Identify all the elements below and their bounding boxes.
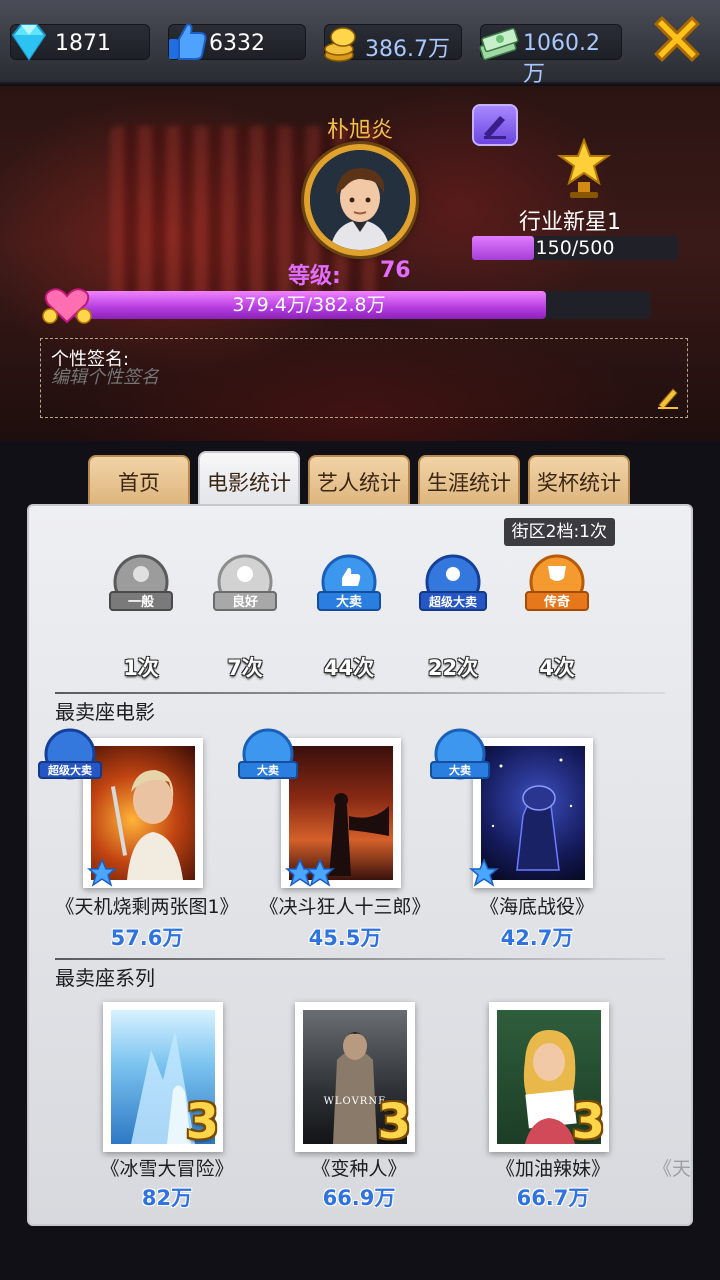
hit-badge: 大卖: [238, 728, 298, 780]
tab-trophy-stats[interactable]: 奖杯统计: [528, 455, 630, 507]
level-value: 76: [380, 258, 411, 283]
movie-title: 《决斗狂人十三郎》: [259, 896, 431, 918]
gold-counter[interactable]: 386.7万: [324, 24, 462, 62]
grade-hit: 大卖 44次: [309, 552, 389, 682]
grade-count: 22次: [427, 656, 479, 680]
cash-stack-icon: [479, 27, 519, 61]
sequel-number: 3: [571, 1094, 605, 1150]
likes-value: 6332: [209, 31, 265, 56]
level-label: 等级:: [288, 264, 341, 289]
diamond-value: 1871: [55, 31, 111, 56]
grade-normal: 一般 1次: [101, 552, 181, 682]
sequel-number: 3: [185, 1094, 219, 1150]
exp-progress-text: 379.4万/382.8万: [232, 294, 386, 316]
movie-title: 《海底战役》: [479, 896, 594, 918]
rank-title: 行业新星1: [519, 210, 621, 235]
super-hit-badge: 超级大卖: [38, 728, 102, 780]
tab-home[interactable]: 首页: [88, 455, 190, 507]
profile-header: 朴旭炎 等级: 76 行业新星1 150/500 379.4万/382.8万 个…: [0, 86, 720, 441]
tab-career-stats[interactable]: 生涯统计: [418, 455, 520, 507]
next-series-hint: 《天: [653, 1158, 692, 1180]
grade-good: 良好 7次: [205, 552, 285, 682]
movie-stats-panel: 街区2档:1次 一般 1次 良好 7次 大卖 44次 超级大卖 22次 传奇 4…: [27, 504, 693, 1226]
series-title: 《冰雪大冒险》: [100, 1158, 234, 1180]
player-name: 朴旭炎: [326, 118, 393, 143]
movie-revenue: 57.6万: [110, 926, 184, 950]
edit-name-button[interactable]: [472, 104, 518, 146]
trophy-icon: [556, 138, 612, 198]
cash-counter[interactable]: 1060.2万: [479, 24, 622, 87]
player-avatar[interactable]: [304, 144, 416, 256]
edit-icon: [484, 116, 506, 139]
grade-badge-text: 大卖: [336, 594, 362, 610]
series-title: 《变种人》: [311, 1158, 407, 1180]
close-button[interactable]: [644, 6, 710, 72]
gold-value: 386.7万: [365, 37, 450, 62]
resource-bar: 1871 6332 386.7万 1060.2万: [0, 0, 720, 87]
gold-coins-icon: [324, 27, 356, 62]
diamond-icon: [11, 24, 47, 61]
cash-value: 1060.2万: [523, 31, 600, 87]
star-icon: [87, 858, 117, 887]
grade-count: 4次: [539, 656, 575, 680]
grade-badge-normal: 一般: [109, 554, 173, 611]
section-divider: [55, 692, 665, 694]
series-revenue: 66.7万: [516, 1186, 590, 1210]
series-title: 《加油辣妹》: [495, 1158, 610, 1180]
grade-badge-good: 良好: [213, 554, 277, 611]
best-series-title: 最卖座系列: [55, 966, 155, 990]
tab-artist-stats[interactable]: 艺人统计: [308, 455, 410, 507]
grade-count: 7次: [227, 656, 263, 680]
likes-counter[interactable]: 6332: [168, 23, 306, 60]
close-icon: [654, 16, 700, 62]
heart-icon: [42, 288, 92, 324]
grade-badge-text: 超级大卖: [428, 594, 477, 609]
svg-text:超级大卖: 超级大卖: [47, 763, 92, 777]
signature-box[interactable]: 个性签名:: [40, 338, 688, 418]
diamond-counter[interactable]: 1871: [10, 24, 150, 61]
movie-revenue: 42.7万: [500, 926, 574, 950]
grade-super-hit: 超级大卖 22次: [413, 552, 493, 682]
grade-badge-hit: 大卖: [317, 554, 381, 611]
svg-text:大卖: 大卖: [449, 763, 471, 777]
svg-text:大卖: 大卖: [257, 763, 279, 777]
grade-count: 44次: [323, 656, 375, 680]
grade-badge-text: 良好: [232, 594, 258, 610]
series-revenue: 82万: [141, 1186, 193, 1210]
movie-revenue: 45.5万: [308, 926, 382, 950]
grade-badge-legend: 传奇: [525, 554, 589, 611]
star-icon: [469, 858, 499, 887]
tab-movie-stats[interactable]: 电影统计: [198, 451, 300, 507]
best-movies-title: 最卖座电影: [55, 700, 155, 724]
signature-input[interactable]: [51, 367, 611, 388]
thumbs-up-icon: [169, 23, 207, 60]
grade-count: 1次: [123, 656, 159, 680]
star-icon: [305, 858, 335, 887]
district-label: 街区2档:1次: [503, 518, 615, 546]
grade-badge-super-hit: 超级大卖: [419, 554, 487, 611]
grade-legend: 传奇 4次: [517, 552, 597, 682]
grade-badge-text: 传奇: [543, 594, 570, 610]
hit-badge: 大卖: [430, 728, 490, 780]
grade-badge-text: 一般: [128, 594, 154, 610]
rank-progress-text: 150/500: [535, 237, 615, 259]
edit-signature-icon[interactable]: [655, 385, 681, 411]
series-revenue: 66.9万: [322, 1186, 396, 1210]
sequel-number: 3: [377, 1094, 411, 1150]
section-divider: [55, 958, 665, 960]
movie-title: 《天机烧剩两张图1》: [55, 896, 239, 918]
